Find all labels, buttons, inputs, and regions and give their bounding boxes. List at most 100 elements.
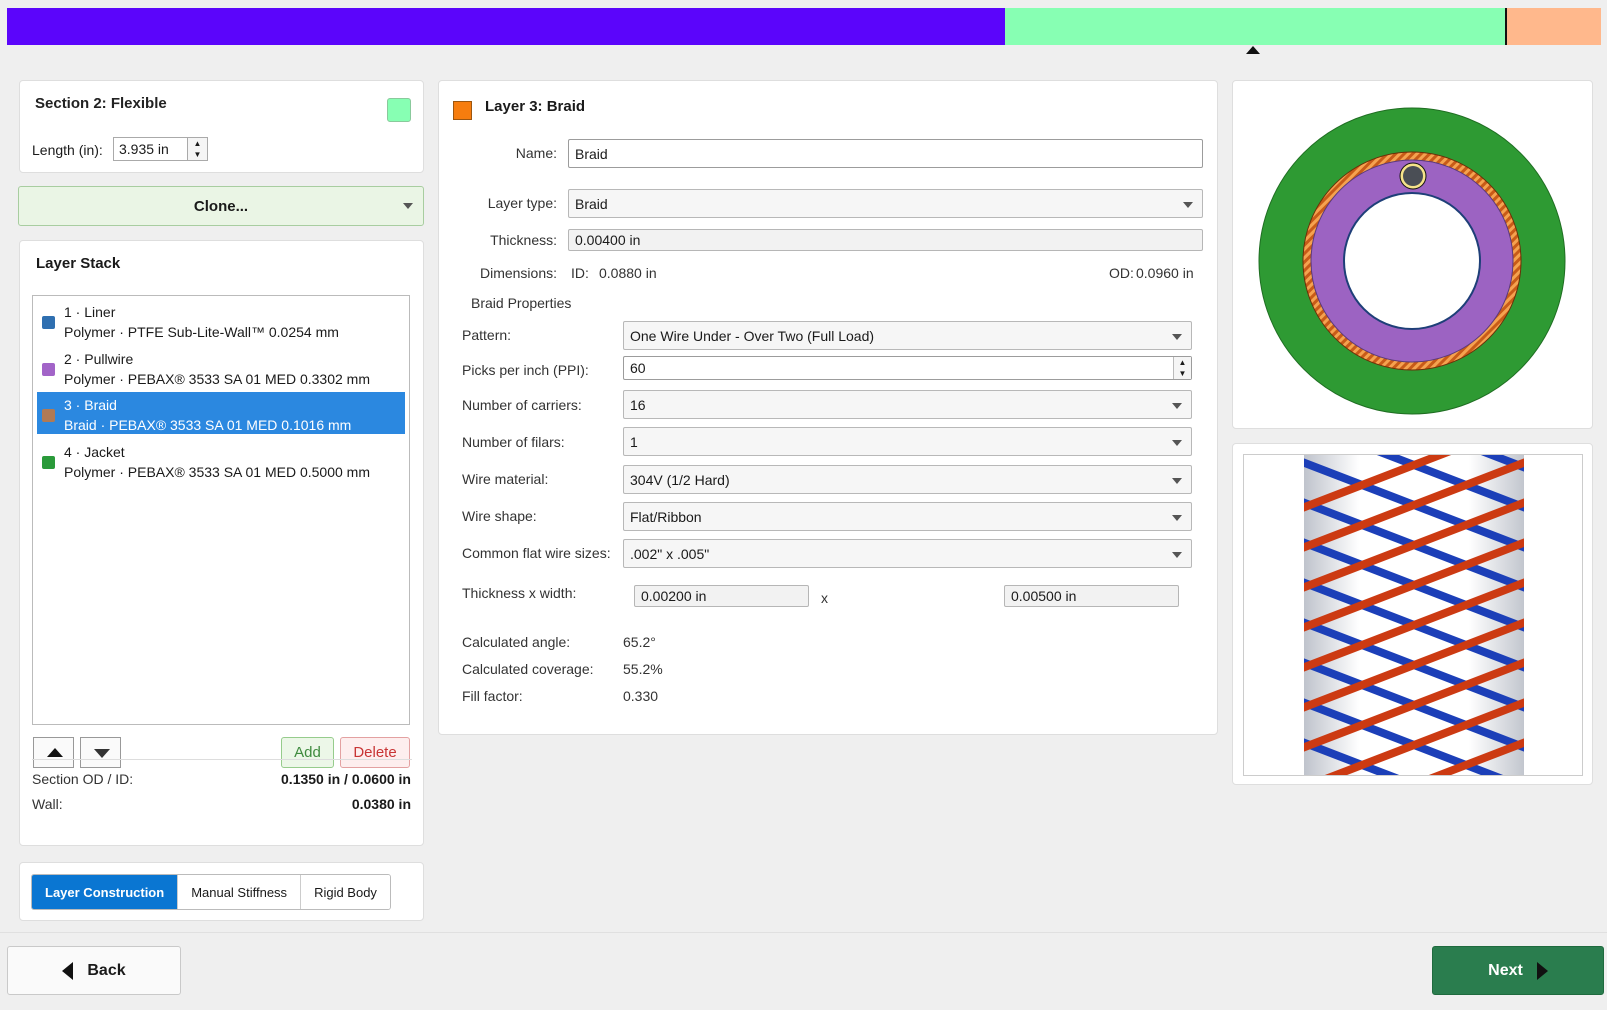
section-card: Section 2: Flexible Length (in): 3.935 i… [19,80,424,173]
carriers-label: Number of carriers: [462,397,582,413]
chevron-down-icon [1172,552,1182,558]
layer-item-title: 2 · Pullwire [64,351,134,367]
fill-factor-value: 0.330 [623,688,659,704]
layer-title: Layer 3: Braid [485,98,586,115]
id-label: ID: [571,265,589,281]
layer-item-braid[interactable]: 3 · Braid Braid · PEBAX® 3533 SA 01 MED … [37,392,405,434]
name-label: Name: [515,145,557,161]
layer-stack-card: Layer Stack 1 · Liner Polymer · PTFE Sub… [19,240,424,846]
angle-label: Calculated angle: [462,634,571,650]
layer-item-detail: Braid · PEBAX® 3533 SA 01 MED 0.1016 mm [64,417,352,433]
arrow-up-icon [47,748,63,757]
move-up-button[interactable] [33,737,74,768]
wall-value: 0.0380 in [351,796,411,812]
layer-color-swatch [42,363,55,376]
delete-layer-button[interactable]: Delete [340,737,410,768]
wire-width-field: 0.00500 in [1004,585,1179,607]
filars-value: 1 [630,433,638,450]
times-label: x [821,590,828,606]
coverage-label: Calculated coverage: [462,661,594,677]
layer-item-title: 3 · Braid [64,397,117,413]
layer-item-detail: Polymer · PEBAX® 3533 SA 01 MED 0.5000 m… [64,464,371,480]
section-color-swatch[interactable] [387,98,411,122]
name-input[interactable]: Braid [568,139,1203,168]
progress-segment-1[interactable] [7,8,1005,45]
add-layer-button[interactable]: Add [281,737,334,768]
length-label: Length (in): [32,142,103,158]
layer-type-label: Layer type: [487,195,557,211]
coverage-value: 55.2% [623,661,663,677]
chevron-down-icon [1172,440,1182,446]
flat-wire-sizes-label: Common flat wire sizes: [462,545,611,561]
fill-factor-label: Fill factor: [462,688,523,704]
arrow-down-icon [94,749,110,758]
braid-properties-heading: Braid Properties [471,295,572,311]
flat-wire-sizes-select[interactable]: .002" x .005" [623,539,1192,568]
progress-marker-icon [1246,46,1260,54]
layer-item-title: 1 · Liner [64,304,116,320]
carriers-select[interactable]: 16 [623,390,1192,419]
divider [32,759,412,760]
move-down-button[interactable] [80,737,121,768]
od-value: 0.0960 in [1136,265,1194,281]
carriers-value: 16 [630,396,646,413]
length-spinner[interactable]: ▲ ▼ [187,137,208,161]
layer-list[interactable]: 1 · Liner Polymer · PTFE Sub-Lite-Wall™ … [32,295,410,725]
layer-color-swatch [42,409,55,422]
section-title: Section 2: Flexible [35,95,167,112]
layer-item-liner[interactable]: 1 · Liner Polymer · PTFE Sub-Lite-Wall™ … [37,299,405,341]
cross-section-card [1232,80,1593,429]
mode-tabs: Layer Construction Manual Stiffness Rigi… [31,874,391,910]
wire-material-select[interactable]: 304V (1/2 Hard) [623,465,1192,494]
layer-color-swatch[interactable] [453,101,472,120]
layer-type-select[interactable]: Braid [568,189,1203,218]
wire-material-label: Wire material: [462,471,549,487]
arrow-left-icon [62,961,74,980]
od-label: OD: [1109,265,1134,281]
layer-item-title: 4 · Jacket [64,444,125,460]
filars-label: Number of filars: [462,434,565,450]
layer-color-swatch [42,316,55,329]
ppi-input[interactable]: 60 ▲ ▼ [623,356,1192,380]
section-od-id-value: 0.1350 in / 0.0600 in [281,771,411,787]
filars-select[interactable]: 1 [623,427,1192,456]
dimensions-label: Dimensions: [479,265,557,281]
layer-color-swatch [42,456,55,469]
wall-label: Wall: [32,796,63,812]
progress-segment-2[interactable] [1005,8,1507,45]
chevron-down-icon [1172,515,1182,521]
tab-rigid-body[interactable]: Rigid Body [300,875,390,909]
ppi-value: 60 [630,360,646,376]
arrow-right-icon [1536,961,1548,980]
braid-preview-card [1232,443,1593,785]
mode-tabs-card: Layer Construction Manual Stiffness Rigi… [19,862,424,921]
thickness-label: Thickness: [490,232,557,248]
back-button[interactable]: Back [7,946,181,995]
braid-preview-image [1304,455,1524,775]
angle-value: 65.2° [623,634,656,650]
ppi-spinner[interactable]: ▲ ▼ [1173,357,1191,379]
section-progress-bar [7,8,1601,45]
wire-shape-select[interactable]: Flat/Ribbon [623,502,1192,531]
clone-button[interactable]: Clone... [18,186,424,226]
chevron-down-icon [1172,334,1182,340]
tab-layer-construction[interactable]: Layer Construction [32,875,178,909]
layer-item-pullwire[interactable]: 2 · Pullwire Polymer · PEBAX® 3533 SA 01… [37,346,405,388]
layer-type-value: Braid [575,195,608,212]
pattern-select[interactable]: One Wire Under - Over Two (Full Load) [623,321,1192,350]
next-label: Next [1488,961,1523,979]
lumen [1345,194,1479,328]
layer-item-detail: Polymer · PTFE Sub-Lite-Wall™ 0.0254 mm [64,324,339,340]
flat-wire-sizes-value: .002" x .005" [630,545,710,562]
chevron-down-icon [1172,478,1182,484]
pattern-label: Pattern: [462,327,512,343]
next-button[interactable]: Next [1432,946,1604,995]
tab-manual-stiffness[interactable]: Manual Stiffness [177,875,301,909]
layer-stack-title: Layer Stack [36,255,121,272]
progress-segment-3[interactable] [1507,8,1601,45]
thickness-width-label: Thickness x width: [462,585,577,601]
layer-item-jacket[interactable]: 4 · Jacket Polymer · PEBAX® 3533 SA 01 M… [37,439,405,481]
chevron-down-icon [403,203,413,209]
ppi-label: Picks per inch (PPI): [462,362,589,378]
chevron-down-icon [1172,403,1182,409]
